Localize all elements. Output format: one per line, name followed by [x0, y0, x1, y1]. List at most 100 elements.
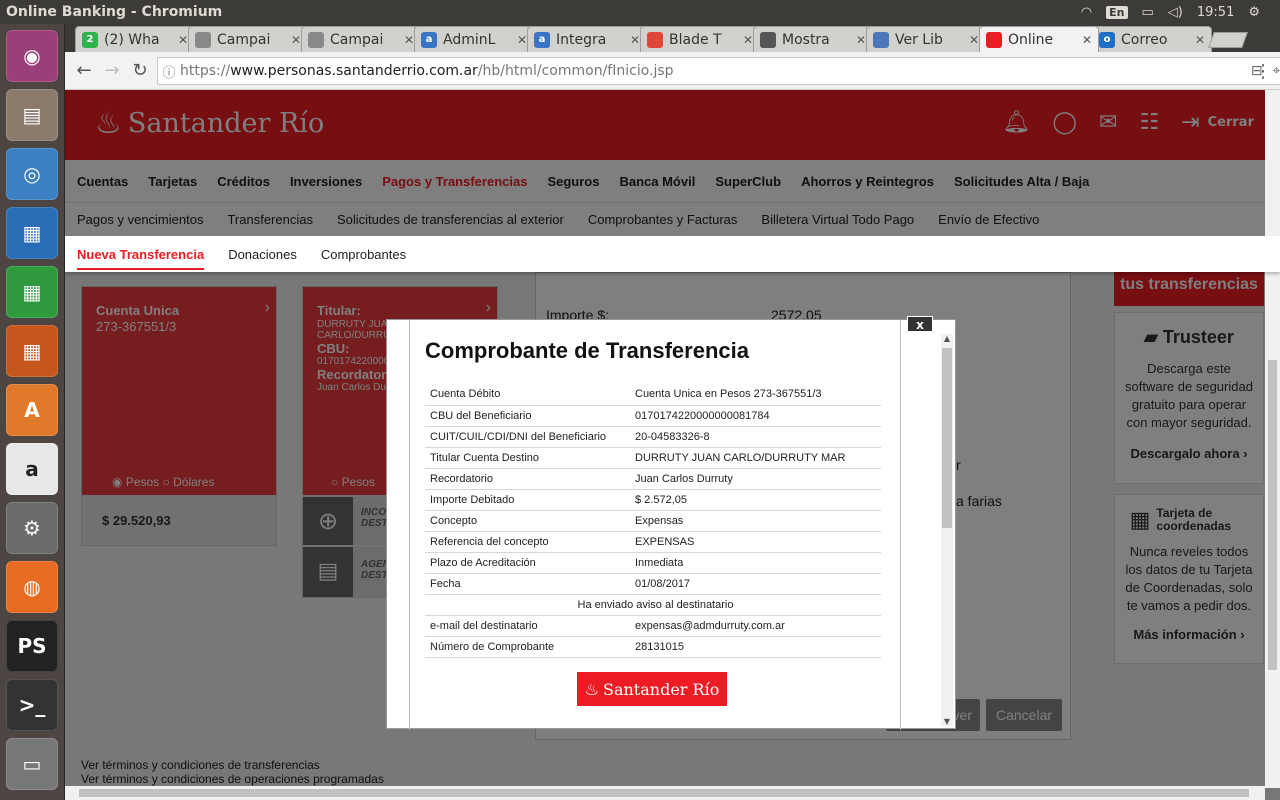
scroll-down-icon[interactable]: ▼ [941, 717, 953, 726]
tab-close-icon[interactable]: ✕ [1195, 33, 1205, 47]
browser-tab[interactable]: 2 (2) Wha ✕ [75, 26, 195, 52]
receipt-field-value: expensas@admdurruty.com.ar [630, 615, 881, 637]
browser-tab[interactable]: a Integra ✕ [527, 26, 647, 52]
back-icon[interactable]: ← [71, 60, 97, 81]
chromium-icon[interactable]: ◎ [6, 148, 58, 200]
receipt-row: CBU del Beneficiario 01701742200000000817… [425, 405, 881, 427]
browser-tab[interactable]: a AdminL ✕ [414, 26, 534, 52]
sub-sub-nav-item[interactable]: Nueva Transferencia [77, 247, 205, 270]
page-vertical-scrollbar[interactable] [1265, 90, 1280, 788]
flame-logo-icon: ♨ [584, 679, 599, 699]
browser-tab[interactable]: Online ✕ [979, 26, 1099, 52]
settings-icon[interactable]: ⚙ [6, 502, 58, 554]
address-bar[interactable]: ⓘ https://www.personas.santanderrio.com.… [157, 57, 1280, 85]
tab-close-icon[interactable]: ✕ [743, 33, 753, 47]
browser-tab[interactable]: Campai ✕ [301, 26, 421, 52]
tab-favicon-icon: o [1099, 31, 1115, 48]
browser-tab[interactable]: o Correo ✕ [1092, 26, 1212, 52]
tab-close-icon[interactable]: ✕ [291, 33, 301, 47]
system-tray: ◠ En ▭ ◁) 19:51 ⚙ [1081, 0, 1280, 24]
receipt-notice: Ha enviado aviso al destinatario [425, 594, 881, 616]
tab-favicon-icon: a [534, 31, 550, 48]
page-hscroll-thumb[interactable] [79, 789, 1249, 797]
modal-scrollbar[interactable]: ▲ ▼ [941, 334, 953, 726]
tab-close-icon[interactable]: ✕ [630, 33, 640, 47]
receipt-row: Concepto Expensas [425, 510, 881, 532]
tab-close-icon[interactable]: ✕ [969, 33, 979, 47]
calc-icon[interactable]: ▦ [6, 266, 58, 318]
receipt-field-value: 0170174220000000081784 [630, 405, 881, 427]
reload-icon[interactable]: ↻ [127, 60, 153, 81]
tab-close-icon[interactable]: ✕ [856, 33, 866, 47]
receipt-field-value: 20-04583326-8 [630, 426, 881, 448]
keyboard-layout-indicator[interactable]: En [1106, 5, 1128, 19]
window-title: Online Banking - Chromium [6, 4, 223, 20]
sub-sub-nav-item[interactable]: Donaciones [228, 247, 297, 262]
close-button[interactable]: x [907, 316, 933, 332]
browser-tab[interactable]: Blade T ✕ [640, 26, 760, 52]
tab-label: AdminL [443, 31, 496, 48]
receipt-field-value: Juan Carlos Durruty [630, 468, 881, 490]
site-info-icon[interactable]: ⓘ [158, 62, 180, 81]
url-text[interactable]: https://www.personas.santanderrio.com.ar… [180, 63, 1251, 79]
new-tab-button[interactable] [1208, 32, 1248, 48]
modal-scroll-thumb[interactable] [942, 348, 952, 528]
scroll-up-icon[interactable]: ▲ [941, 334, 953, 343]
amazon-icon[interactable]: a [6, 443, 58, 495]
receipt-field-value: Expensas [630, 510, 881, 532]
software-center-icon[interactable]: A [6, 384, 58, 436]
tab-label: Integra [556, 31, 607, 48]
page-horizontal-scrollbar[interactable] [65, 786, 1265, 800]
volume-icon[interactable]: ◁) [1168, 5, 1183, 20]
receipt-field-value: Cuenta Unica en Pesos 273-367551/3 [630, 384, 881, 406]
writer-icon[interactable]: ▦ [6, 207, 58, 259]
tab-label: Campai [217, 31, 271, 48]
receipt-field-label: Referencia del concepto [425, 531, 630, 553]
clock[interactable]: 19:51 [1197, 5, 1234, 20]
extension-icon[interactable]: ⌖ [1273, 63, 1280, 79]
receipt-field-label: Cuenta Débito [425, 384, 630, 406]
receipt-field-label: CUIT/CUIL/CDI/DNI del Beneficiario [425, 426, 630, 448]
wifi-icon[interactable]: ◠ [1081, 5, 1092, 20]
browser-menu-icon[interactable]: ⋮ [1254, 61, 1272, 82]
receipt-row: Cuenta Débito Cuenta Unica en Pesos 273-3… [425, 384, 881, 406]
firefox-icon[interactable]: ◍ [6, 561, 58, 613]
receipt-field-value: $ 2.572,05 [630, 489, 881, 511]
sub-sub-nav-item[interactable]: Comprobantes [321, 247, 406, 262]
impress-icon[interactable]: ▦ [6, 325, 58, 377]
tab-favicon-icon [986, 31, 1002, 48]
receipt-field-label: Concepto [425, 510, 630, 532]
files-icon[interactable]: ▤ [6, 89, 58, 141]
receipt-row: CUIT/CUIL/CDI/DNI del Beneficiario 20-045… [425, 426, 881, 448]
tab-label: Correo [1121, 31, 1168, 48]
receipt-row: Fecha 01/08/2017 [425, 573, 881, 595]
browser-tab[interactable]: Campai ✕ [188, 26, 308, 52]
battery-icon[interactable]: ▭ [1142, 5, 1154, 20]
browser-tab[interactable]: Mostra ✕ [753, 26, 873, 52]
tab-label: Mostra [782, 31, 830, 48]
tab-close-icon[interactable]: ✕ [1082, 33, 1092, 47]
receipt-field-label: Recordatorio [425, 468, 630, 490]
tab-close-icon[interactable]: ✕ [178, 33, 188, 47]
tab-close-icon[interactable]: ✕ [517, 33, 527, 47]
tab-label: (2) Wha [104, 31, 160, 48]
terminal-icon[interactable]: >_ [6, 679, 58, 731]
receipt-table: Cuenta Débito Cuenta Unica en Pesos 273-3… [425, 384, 881, 658]
tab-close-icon[interactable]: ✕ [404, 33, 414, 47]
receipt-row: Número de Comprobante 28131015 [425, 636, 881, 658]
power-gear-icon[interactable]: ⚙ [1248, 5, 1260, 20]
drive-icon[interactable]: ▭ [6, 738, 58, 790]
ubuntu-dash-icon[interactable]: ◉ [6, 30, 58, 82]
forward-icon[interactable]: → [99, 60, 125, 81]
phpstorm-icon[interactable]: PS [6, 620, 58, 672]
receipt-field-label: Plazo de Acreditación [425, 552, 630, 574]
receipt-field-value: 01/08/2017 [630, 573, 881, 595]
tab-favicon-icon [873, 31, 889, 48]
receipt-row: Recordatorio Juan Carlos Durruty [425, 468, 881, 490]
tab-favicon-icon [647, 31, 663, 48]
unity-launcher: ◉ ▤ ◎ ▦ ▦ ▦ Aa ⚙ ◍ PS >_ ▭ [0, 24, 65, 800]
receipt-title: Comprobante de Transferencia [425, 338, 749, 363]
receipt-field-label: Titular Cuenta Destino [425, 447, 630, 469]
page-scroll-thumb[interactable] [1268, 360, 1277, 670]
browser-tab[interactable]: Ver Lib ✕ [866, 26, 986, 52]
